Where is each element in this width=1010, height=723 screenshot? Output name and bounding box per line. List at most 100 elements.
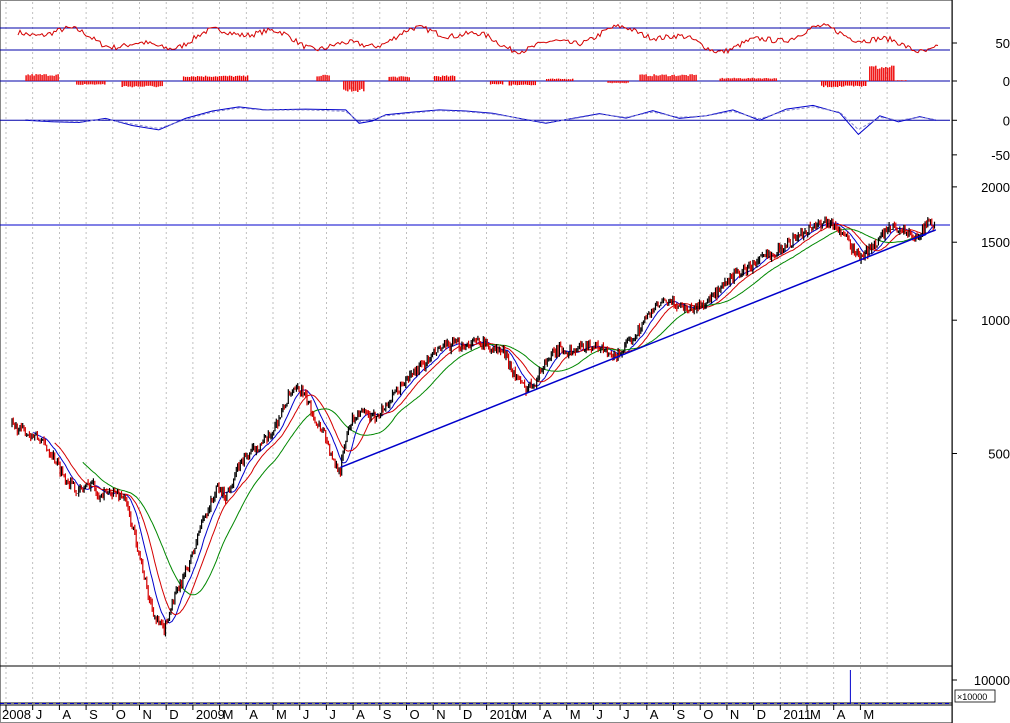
histogram-bar-0 <box>33 75 35 81</box>
histogram-bar-14 <box>833 81 835 87</box>
histogram-bar-14 <box>865 81 867 86</box>
x-label-3: S <box>89 707 98 722</box>
x-label-13: A <box>356 707 365 722</box>
histogram-bar-16 <box>899 80 901 81</box>
histogram-bar-3 <box>188 77 191 81</box>
histogram-bar-10 <box>552 78 554 81</box>
histogram-bar-10 <box>546 79 548 81</box>
histogram-bar-12 <box>691 74 693 81</box>
histogram-bar-7 <box>433 76 436 81</box>
histogram-bar-4 <box>326 75 328 81</box>
histogram-bar-3 <box>216 76 219 81</box>
x-label-2: A <box>62 707 71 722</box>
histogram-bar-10 <box>568 79 570 81</box>
histogram-bar-3 <box>236 75 239 81</box>
histogram-bar-11 <box>613 81 615 83</box>
month-gridlines <box>5 2 888 703</box>
histogram-bar-15 <box>881 67 883 81</box>
histogram-bar-15 <box>873 66 875 81</box>
histogram-bar-2 <box>131 81 133 88</box>
x-label-23: J <box>623 707 630 722</box>
histogram-bar-14 <box>847 81 849 86</box>
histogram-bar-10 <box>564 78 566 81</box>
histogram-bar-15 <box>885 67 887 81</box>
histogram-bar-13 <box>719 78 721 81</box>
histogram-bar-0 <box>51 75 53 81</box>
histogram-bar-13 <box>771 78 773 81</box>
histogram-bar-14 <box>859 81 861 87</box>
histogram-bar-14 <box>849 81 851 86</box>
histogram-bar-16 <box>903 80 905 81</box>
volume-unit-label: ×10000 <box>957 692 987 702</box>
histogram-bar-13 <box>769 78 771 81</box>
histogram-bar-5 <box>359 81 361 90</box>
histogram-bar-12 <box>689 74 691 81</box>
histogram-bar-12 <box>683 74 685 81</box>
histogram-bar-14 <box>841 81 843 87</box>
y-axis-ticks: 5000-5020001500100050010000 <box>952 36 1010 688</box>
histogram-bar-2 <box>153 81 155 87</box>
histogram-bar-7 <box>445 75 448 81</box>
histogram-bar-2 <box>137 81 139 87</box>
histogram-bar-13 <box>757 78 759 81</box>
histogram-bar-13 <box>751 77 753 81</box>
histogram-bar-13 <box>731 78 733 81</box>
histogram-bar-16 <box>895 80 897 81</box>
histogram-bar-2 <box>161 81 163 87</box>
histogram-bar-1 <box>104 81 106 85</box>
histogram-bar-3 <box>192 76 195 81</box>
histogram-bar-12 <box>669 76 671 81</box>
histogram-bar-6 <box>402 76 404 81</box>
histogram-bars <box>25 65 907 92</box>
ytick-price-1500: 1500 <box>981 235 1010 250</box>
histogram-bar-0 <box>41 75 43 81</box>
histogram-bar-5 <box>349 81 351 90</box>
histogram-bar-10 <box>570 79 572 81</box>
histogram-bar-2 <box>123 81 125 87</box>
histogram-bar-3 <box>224 75 227 81</box>
histogram-bar-11 <box>623 81 625 84</box>
histogram-bar-8 <box>499 81 502 84</box>
histogram-bar-13 <box>749 78 751 81</box>
histogram-bar-1 <box>94 81 96 85</box>
ytick-osc2-0: 0 <box>1003 113 1010 128</box>
histogram-bar-9 <box>528 81 530 85</box>
histogram-bar-1 <box>86 81 88 85</box>
histogram-bar-7 <box>447 76 450 81</box>
histogram-bar-2 <box>121 81 123 87</box>
histogram-bar-6 <box>398 76 400 81</box>
histogram-bar-5 <box>343 81 345 90</box>
histogram-bar-12 <box>663 74 665 81</box>
histogram-bar-13 <box>745 78 747 81</box>
histogram-bar-14 <box>855 81 857 86</box>
histogram-bar-13 <box>733 77 735 81</box>
x-label-19: M <box>516 707 527 722</box>
histogram-bar-3 <box>242 75 245 81</box>
histogram-bar-2 <box>149 81 151 86</box>
histogram-bar-9 <box>524 81 526 85</box>
histogram-bar-3 <box>186 76 189 81</box>
histogram-bar-9 <box>516 81 518 86</box>
histogram-bar-11 <box>617 81 619 83</box>
histogram-bar-6 <box>396 77 398 81</box>
histogram-bar-10 <box>572 78 574 81</box>
histogram-bar-2 <box>139 81 141 87</box>
x-label-26: O <box>703 707 713 722</box>
histogram-bar-9 <box>512 81 514 85</box>
histogram-bar-9 <box>508 81 510 86</box>
histogram-bar-3 <box>228 75 231 81</box>
histogram-bar-12 <box>665 74 667 81</box>
histogram-bar-12 <box>687 75 689 81</box>
histogram-bar-6 <box>404 76 406 81</box>
histogram-bar-16 <box>901 80 903 81</box>
histogram-bar-11 <box>607 81 609 83</box>
x-label-21: M <box>570 707 581 722</box>
histogram-bar-10 <box>554 79 556 81</box>
histogram-bar-5 <box>351 81 353 92</box>
histogram-bar-7 <box>451 75 454 81</box>
histogram-bar-7 <box>449 75 452 81</box>
histogram-bar-14 <box>823 81 825 88</box>
histogram-bar-14 <box>835 81 837 87</box>
histogram-bar-2 <box>129 81 131 87</box>
histogram-bar-14 <box>857 81 859 86</box>
